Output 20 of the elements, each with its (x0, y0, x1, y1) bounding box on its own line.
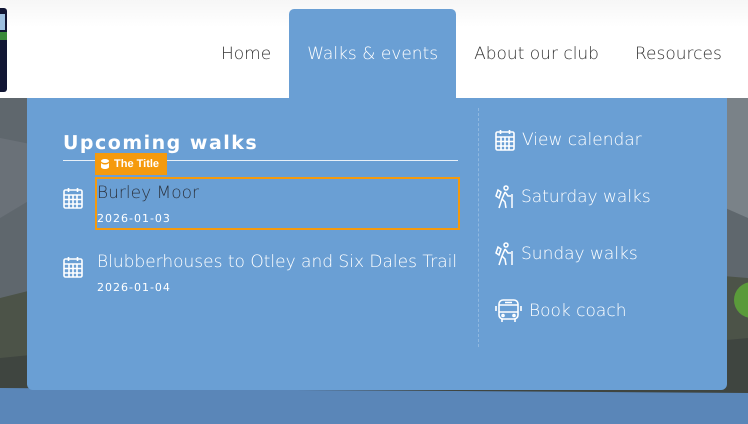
walk-title[interactable]: Blubberhouses to Otley and Six Dales Trail (97, 250, 458, 275)
calendar-icon (495, 128, 515, 150)
hiker-icon (495, 242, 514, 266)
calendar-icon (63, 256, 83, 278)
menu-link[interactable]: Saturday walks (495, 179, 651, 214)
nav-link[interactable]: About our club (456, 9, 617, 98)
database-icon (101, 159, 109, 169)
bus-icon (495, 298, 522, 322)
calendar-icon (63, 187, 83, 209)
tag-label: The Title (114, 158, 160, 170)
walk-date: 2026-01-04 (97, 281, 172, 294)
nav-link[interactable]: Walks & events (289, 9, 456, 98)
menu-link[interactable]: Book coach (495, 293, 651, 328)
menu-link[interactable]: View calendar (495, 122, 651, 157)
hiker-icon (495, 184, 514, 208)
walk-title[interactable]: Burley Moor (97, 181, 458, 206)
nav-link[interactable]: Resources (616, 9, 740, 98)
nav-link[interactable]: Home (203, 9, 290, 98)
menu-link[interactable]: Sunday walks (495, 236, 651, 271)
walk-date: 2026-01-03 (97, 212, 172, 225)
